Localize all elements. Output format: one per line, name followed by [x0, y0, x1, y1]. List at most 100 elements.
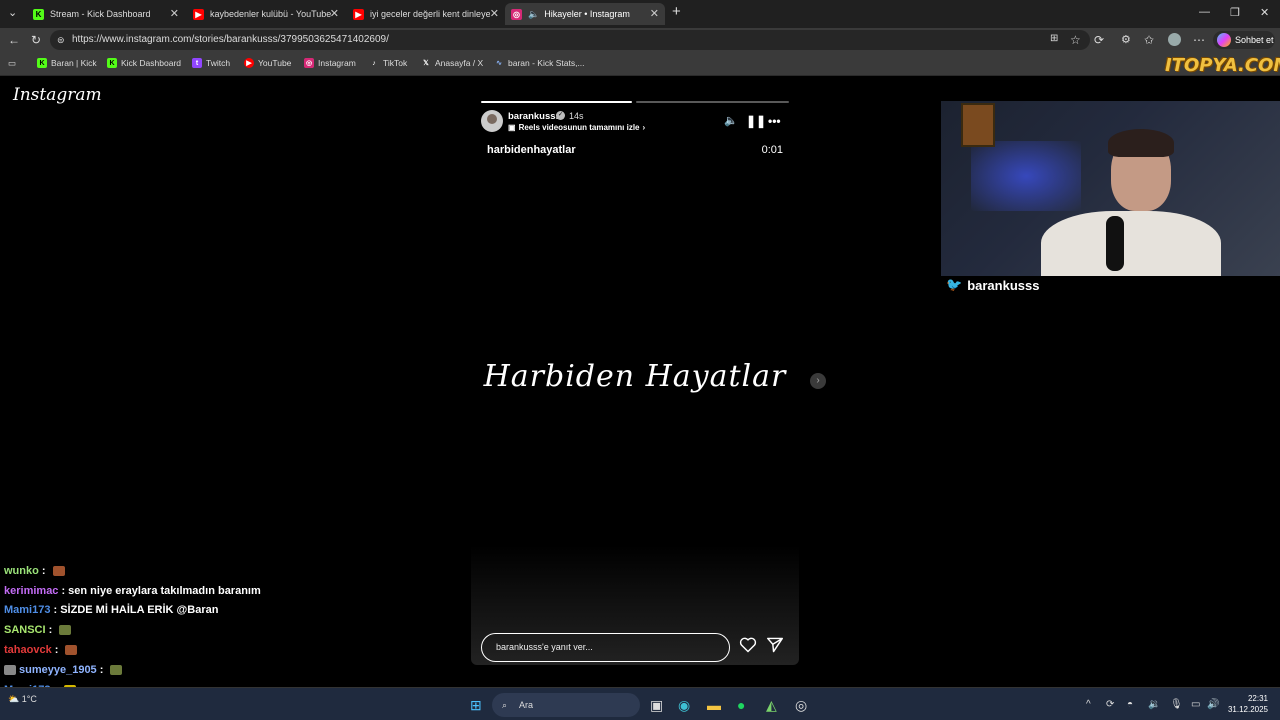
taskbar-clock[interactable]: 22:31 31.12.2025 — [1226, 693, 1268, 715]
chat-username: tahaovck — [4, 644, 52, 656]
favorites-icon[interactable]: ✩ — [1144, 33, 1154, 47]
tab-instagram[interactable]: ◎ 🔈 Hikayeler • Instagram ✕ — [505, 3, 665, 25]
bookmark-x[interactable]: 𝕏 Anasayfa / X — [421, 58, 483, 68]
weather-widget[interactable]: ⛅ 1°C — [8, 694, 37, 705]
tab-label: iyi geceler değerli kent dinleyenleri — [370, 9, 490, 19]
close-icon[interactable]: ✕ — [490, 7, 499, 20]
reels-link[interactable]: ▣ Reels videosunun tamamını izle › — [508, 123, 645, 132]
reply-input[interactable]: barankusss'e yanıt ver... — [481, 633, 730, 662]
spotify-icon[interactable]: ● — [737, 697, 745, 713]
story-overlay-text: Harbiden Hayatlar — [483, 359, 787, 394]
minimize-button[interactable]: — — [1199, 6, 1210, 18]
discord-icon[interactable]: ◓ — [1127, 699, 1133, 710]
send-icon[interactable] — [766, 637, 784, 653]
tab-kick-dashboard[interactable]: K Stream - Kick Dashboard ✕ — [27, 3, 185, 25]
refresh-icon[interactable]: ↻ — [31, 33, 41, 47]
back-icon[interactable]: ← — [8, 33, 20, 47]
bookmark-baran-kick[interactable]: K Baran | Kick — [37, 58, 97, 68]
chat-username: Mami173 — [4, 604, 51, 616]
volume-icon[interactable]: 🔊 — [1207, 699, 1219, 710]
chat-line: kerimimac: sen niye eraylara takılmadın … — [4, 585, 261, 597]
favorite-star-icon[interactable]: ☆ — [1070, 33, 1081, 47]
new-tab-button[interactable]: + — [672, 3, 681, 20]
x-icon: 𝕏 — [423, 60, 429, 67]
chat-username: kerimimac — [4, 585, 59, 597]
tab-list-icon[interactable]: ⌄ — [8, 6, 17, 19]
badge-icon — [4, 665, 16, 676]
pause-icon[interactable]: ❚❚ — [746, 114, 766, 128]
instagram-logo[interactable]: Instagram — [13, 85, 102, 105]
story-viewer[interactable]: barankusss ✓ 14s ▣ Reels videosunun tamam… — [471, 94, 799, 665]
close-icon[interactable]: ✕ — [330, 7, 339, 20]
reading-list-icon[interactable]: ▭ — [8, 58, 16, 69]
chat-message: sen niye eraylara takılmadın baranım — [68, 585, 261, 597]
story-progress-bar-2 — [636, 101, 789, 103]
restore-button[interactable]: ❐ — [1230, 6, 1240, 19]
sponsor-watermark: ITOPYA.COM — [1165, 55, 1280, 76]
windows-start-icon[interactable]: ⊞ — [470, 697, 482, 714]
sync-icon[interactable]: ⟳ — [1106, 699, 1114, 710]
close-window-button[interactable]: ✕ — [1260, 6, 1269, 19]
avatar[interactable] — [481, 110, 503, 132]
extensions-icon[interactable]: ⟳ — [1094, 33, 1104, 47]
speaker-icon[interactable]: 🔈 — [528, 9, 539, 20]
close-icon[interactable]: ✕ — [650, 7, 659, 20]
network-icon[interactable]: ▭ — [1191, 699, 1200, 710]
edge-icon[interactable]: ◉ — [678, 697, 690, 714]
bookmark-label: TikTok — [383, 58, 408, 68]
story-age: 14s — [569, 111, 584, 121]
volume-icon[interactable]: 🔈 — [724, 114, 738, 127]
chrome-icon[interactable]: ◎ — [795, 697, 807, 714]
bookmark-youtube[interactable]: ▶ YouTube — [244, 58, 291, 68]
microphone-icon[interactable]: 🎙 — [1170, 699, 1183, 710]
bookmark-twitch[interactable]: t Twitch — [192, 58, 230, 68]
bookmark-kick-dashboard[interactable]: K Kick Dashboard — [107, 58, 181, 68]
taskbar-search[interactable]: ⌕ Ara — [492, 693, 640, 717]
site-info-icon[interactable]: ⊜ — [57, 30, 65, 50]
speaker-icon[interactable]: 🔉 — [1148, 699, 1160, 710]
webcam-poster — [961, 103, 995, 147]
task-view-icon[interactable]: ▣ — [650, 697, 663, 714]
reels-icon: ▣ — [508, 123, 516, 132]
copilot-chat-button[interactable]: Sohbet et — [1213, 31, 1275, 49]
story-caption: harbidenhayatlar — [487, 144, 576, 156]
twitter-bird-icon: 🐦 — [946, 277, 963, 292]
like-heart-icon[interactable] — [739, 637, 757, 653]
chat-username: SANSCI — [4, 624, 46, 636]
next-story-button[interactable]: › — [810, 373, 826, 389]
twitter-handle: 🐦 barankusss — [946, 277, 1039, 293]
chat-line: wunko: — [4, 565, 65, 577]
performance-icon[interactable]: ⚙ — [1121, 33, 1131, 46]
bookmark-tiktok[interactable]: ♪ TikTok — [369, 58, 407, 68]
emote-icon — [52, 566, 65, 577]
chat-line: tahaovck: — [4, 644, 78, 656]
search-icon: ⌕ — [502, 700, 508, 710]
bookmark-label: Baran | Kick — [51, 58, 97, 68]
bookmark-kick-stats[interactable]: ∿ baran - Kick Stats,... — [494, 58, 584, 68]
app-available-icon[interactable]: ⊞ — [1050, 33, 1058, 44]
tab-strip: ⌄ K Stream - Kick Dashboard ✕ ▶ kaybeden… — [0, 0, 1280, 28]
story-username[interactable]: barankusss — [508, 111, 561, 122]
app-icon[interactable]: ◭ — [766, 697, 777, 714]
emote-icon — [65, 645, 78, 656]
microphone — [1106, 216, 1124, 271]
tab-label: Hikayeler • Instagram — [544, 9, 630, 19]
webcam-person-hair — [1108, 129, 1174, 157]
close-icon[interactable]: ✕ — [170, 7, 179, 20]
show-hidden-icons[interactable]: ^ — [1086, 699, 1091, 710]
youtube-icon: ▶ — [353, 8, 364, 20]
more-menu-icon[interactable]: ⋯ — [1193, 33, 1205, 47]
chevron-right-icon: › — [642, 123, 646, 132]
bookmark-label: Kick Dashboard — [121, 58, 182, 68]
tab-youtube-2[interactable]: ▶ iyi geceler değerli kent dinleyenleri … — [347, 3, 505, 25]
tab-youtube-1[interactable]: ▶ kaybedenler kulübü - YouTube ✕ — [187, 3, 345, 25]
story-progress-bar-1 — [481, 101, 632, 103]
profile-avatar[interactable] — [1168, 33, 1181, 46]
file-explorer-icon[interactable]: ▬ — [707, 697, 721, 713]
bookmark-label: Twitch — [206, 58, 231, 68]
more-options-icon[interactable]: ••• — [768, 114, 781, 128]
address-bar[interactable]: ⊜ https://www.instagram.com/stories/bara… — [50, 30, 1090, 50]
chat-username: wunko — [4, 565, 39, 577]
youtube-icon: ▶ — [244, 58, 254, 68]
bookmark-instagram[interactable]: ◎ Instagram — [304, 58, 356, 68]
